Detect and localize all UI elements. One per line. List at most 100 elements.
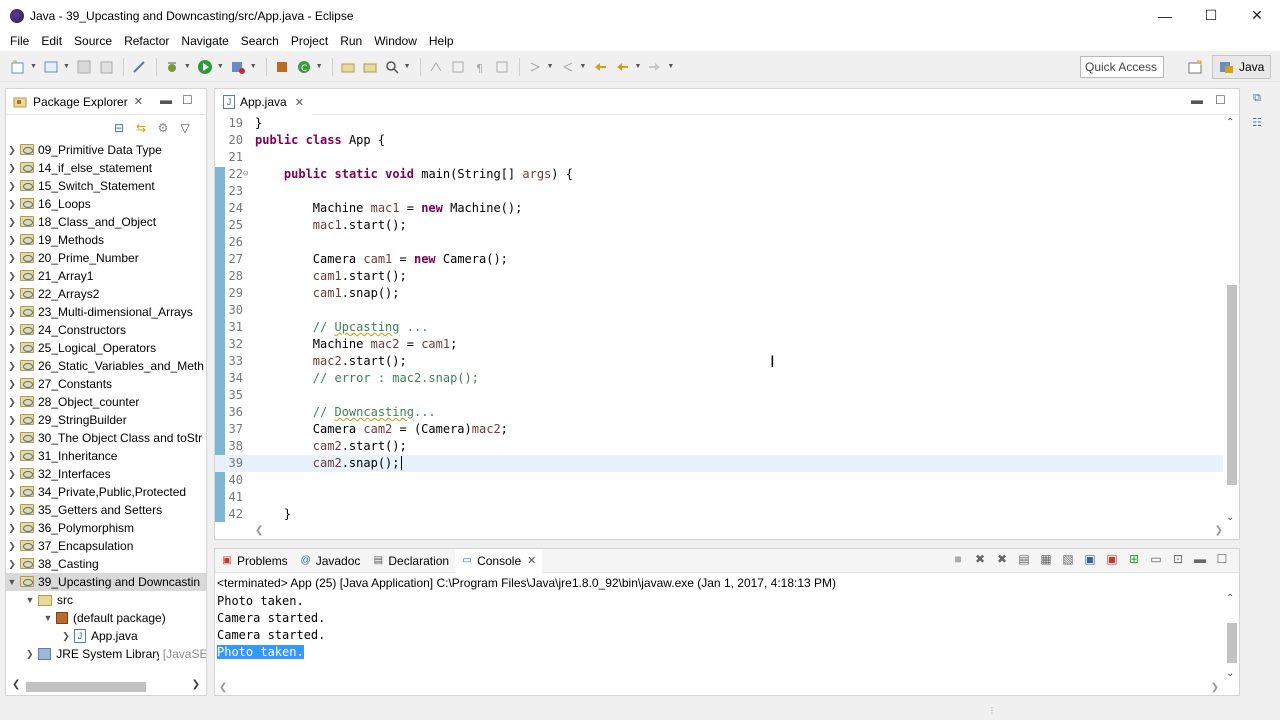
scroll-down-icon[interactable]: ⌄ [1226, 668, 1234, 679]
code-line[interactable]: 40 [215, 472, 1223, 489]
collapsed-arrow-icon[interactable]: ❯ [6, 379, 18, 390]
tree-default-package[interactable]: ▼ (default package) [6, 609, 206, 627]
scroll-right-icon[interactable]: ❯ [1215, 525, 1223, 536]
tree-project-item[interactable]: ❯ 20_Prime_Number [6, 249, 206, 267]
menu-help[interactable]: Help [423, 31, 460, 51]
tab-console[interactable]: ▭ Console ✕ [455, 548, 543, 573]
debug-icon[interactable] [162, 57, 182, 77]
tree-project-item[interactable]: ❯ 28_Object_counter [6, 393, 206, 411]
tree-project-item[interactable]: ❯ 27_Constants [6, 375, 206, 393]
coverage-icon[interactable] [228, 57, 248, 77]
java-perspective-button[interactable]: Java [1212, 55, 1272, 79]
remove-launch-icon[interactable]: ✖ [969, 552, 991, 566]
code-line[interactable]: 19} [215, 115, 1223, 132]
previous-annotation-icon[interactable] [558, 57, 578, 77]
tree-project-item[interactable]: ❯ 23_Multi-dimensional_Arrays [6, 303, 206, 321]
maximize-view-icon[interactable]: ☐ [182, 93, 193, 107]
maximize-button[interactable]: ☐ [1188, 0, 1234, 31]
open-console-icon[interactable]: ⊡ [1167, 552, 1189, 566]
menu-run[interactable]: Run [334, 31, 368, 51]
editor-hscrollbar[interactable]: ❮ ❯ [255, 523, 1223, 539]
expanded-arrow-icon[interactable]: ▼ [42, 613, 54, 623]
tab-javadoc[interactable]: @ Javadoc [294, 549, 367, 573]
maximize-editor-icon[interactable]: ☐ [1215, 93, 1226, 107]
code-line[interactable]: 28 cam1.start(); [215, 268, 1223, 285]
new-dropdown-arrow-icon[interactable]: ▼ [30, 63, 37, 70]
new-icon[interactable] [8, 57, 28, 77]
remove-all-terminated-icon[interactable]: ✖ [991, 552, 1013, 566]
code-line[interactable]: 31 // Upcasting ... [215, 319, 1223, 336]
menu-refactor[interactable]: Refactor [118, 31, 175, 51]
tree-project-item[interactable]: ❯ 22_Arrays2 [6, 285, 206, 303]
view-menu-icon[interactable]: ▽ [174, 121, 196, 135]
console-output[interactable]: Photo taken. Camera started. Camera starte… [215, 593, 1239, 661]
code-line[interactable]: 27 Camera cam1 = new Camera(); [215, 251, 1223, 268]
tree-project-item[interactable]: ❯ 30_The Object Class and toStr [6, 429, 206, 447]
open-dropdown-arrow-icon[interactable]: ▼ [63, 63, 70, 70]
menu-search[interactable]: Search [235, 31, 285, 51]
code-line[interactable]: 37 Camera cam2 = (Camera)mac2; [215, 421, 1223, 438]
code-line[interactable]: 26 [215, 234, 1223, 251]
minimize-view-icon[interactable]: ▬ [160, 93, 172, 107]
collapsed-arrow-icon[interactable]: ❯ [6, 145, 18, 156]
tab-problems[interactable]: ▣ Problems [215, 549, 294, 573]
code-line[interactable]: 35 [215, 387, 1223, 404]
scroll-left-icon[interactable]: ❮ [12, 679, 20, 690]
scroll-right-icon[interactable]: ❯ [192, 679, 200, 690]
open-type-icon[interactable] [41, 57, 61, 77]
coverage-dropdown-arrow-icon[interactable]: ▼ [250, 63, 257, 70]
code-line[interactable]: 32 Machine mac2 = cam1; [215, 336, 1223, 353]
tree-project-item[interactable]: ❯ 35_Getters and Setters [6, 501, 206, 519]
code-line[interactable]: 33 mac2.start(); [215, 353, 1223, 370]
collapsed-arrow-icon[interactable]: ❯ [6, 541, 18, 552]
code-line[interactable]: 42 } [215, 506, 1223, 523]
code-line[interactable]: 25 mac1.start(); [215, 217, 1223, 234]
menu-project[interactable]: Project [285, 31, 334, 51]
quick-access-input[interactable]: Quick Access [1080, 56, 1164, 78]
scrollbar-thumb[interactable] [1227, 623, 1237, 663]
run-dropdown-arrow-icon[interactable]: ▼ [217, 63, 224, 70]
collapsed-arrow-icon[interactable]: ❯ [6, 469, 18, 480]
scroll-left-icon[interactable]: ❮ [255, 525, 263, 536]
word-wrap-icon[interactable]: ▧ [1057, 552, 1079, 566]
scrollbar-thumb[interactable] [26, 682, 146, 692]
maximize-view-icon[interactable]: ☐ [1211, 552, 1233, 566]
filter-icon[interactable]: ⚙ [152, 121, 174, 135]
code-line[interactable]: 29 cam1.snap(); [215, 285, 1223, 302]
code-line[interactable]: 34 // error : mac2.snap(); [215, 370, 1223, 387]
scroll-down-icon[interactable]: ⌄ [1226, 512, 1234, 523]
save-all-icon[interactable] [96, 57, 116, 77]
tree-project-item[interactable]: ❯ 37_Encapsulation [6, 537, 206, 555]
restore-icon[interactable]: ⧉ [1247, 92, 1267, 112]
next-annotation-dropdown-arrow-icon[interactable]: ▼ [547, 63, 554, 70]
tree-project-item[interactable]: ❯ 26_Static_Variables_and_Meth [6, 357, 206, 375]
minimize-editor-icon[interactable]: ▬ [1191, 93, 1203, 107]
collapse-all-icon[interactable]: ⊟ [108, 121, 130, 135]
new-java-package-icon[interactable] [272, 57, 292, 77]
console-hscrollbar[interactable]: ❮ ❯ [215, 681, 1223, 695]
code-line[interactable]: 22 ⊖ public static void main(String[] arg… [215, 166, 1223, 183]
tree-project-item[interactable]: ❯ 21_Array1 [6, 267, 206, 285]
terminate-icon[interactable]: ■ [947, 552, 969, 566]
collapsed-arrow-icon[interactable]: ❯ [6, 523, 18, 534]
collapsed-arrow-icon[interactable]: ❯ [6, 343, 18, 354]
forward-icon[interactable] [645, 57, 665, 77]
code-line[interactable]: 21 [215, 149, 1223, 166]
code-line[interactable]: 41 [215, 489, 1223, 506]
scroll-left-icon[interactable]: ❮ [219, 682, 227, 693]
tree-project-item[interactable]: ❯ 18_Class_and_Object [6, 213, 206, 231]
scrollbar-thumb[interactable] [1227, 285, 1237, 485]
collapsed-arrow-icon[interactable]: ❯ [6, 307, 18, 318]
previous-annotation-dropdown-arrow-icon[interactable]: ▼ [580, 63, 587, 70]
show-whitespace-icon[interactable]: ¶ [470, 57, 490, 77]
link-with-editor-icon[interactable]: ⇆ [130, 121, 152, 135]
open-folder-icon[interactable] [360, 57, 380, 77]
show-console-on-error-icon[interactable]: ▣ [1101, 552, 1123, 566]
menu-source[interactable]: Source [68, 31, 118, 51]
skip-breakpoints-icon[interactable] [129, 57, 149, 77]
new-class-dropdown-arrow-icon[interactable]: ▼ [316, 63, 323, 70]
collapsed-arrow-icon[interactable]: ❯ [6, 361, 18, 372]
open-type-hierarchy-icon[interactable] [338, 57, 358, 77]
tree-project-item[interactable]: ❯ 14_if_else_statement [6, 159, 206, 177]
collapsed-arrow-icon[interactable]: ❯ [6, 559, 18, 570]
